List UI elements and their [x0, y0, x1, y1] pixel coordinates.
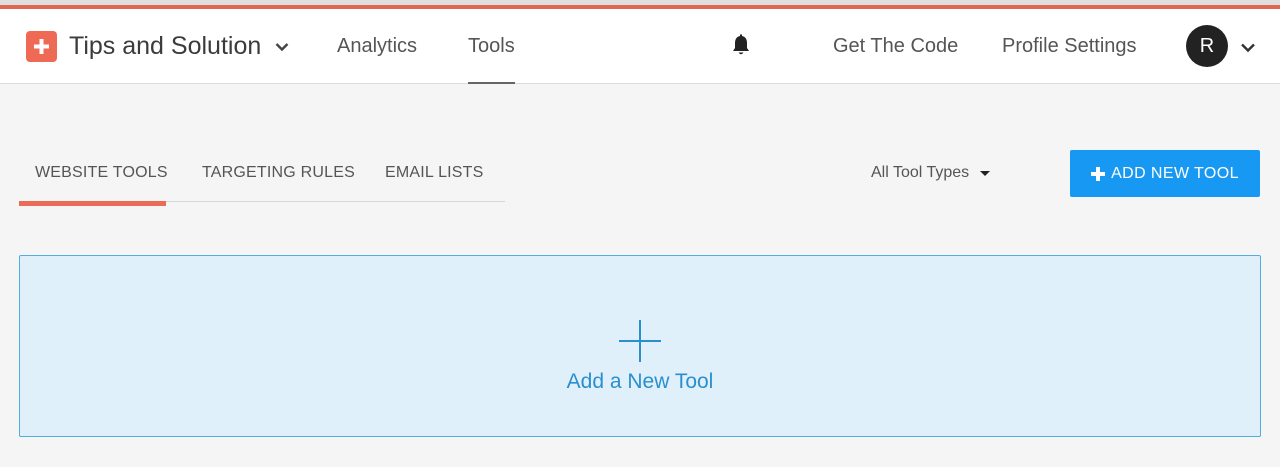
- chevron-down-icon[interactable]: [1240, 40, 1256, 58]
- chevron-down-icon: [275, 42, 289, 52]
- nav-tools[interactable]: Tools: [468, 9, 515, 84]
- add-new-tool-card[interactable]: Add a New Tool: [19, 255, 1261, 437]
- avatar[interactable]: R: [1186, 25, 1228, 67]
- tools-tabs: WEBSITE TOOLS TARGETING RULES EMAIL LIST…: [19, 145, 505, 206]
- nav-active-indicator: [468, 82, 515, 84]
- nav-analytics[interactable]: Analytics: [337, 9, 417, 84]
- add-new-tool-button[interactable]: ADD NEW TOOL: [1070, 150, 1260, 197]
- bell-icon[interactable]: [731, 34, 751, 58]
- nav-profile-settings[interactable]: Profile Settings: [1002, 9, 1137, 84]
- add-new-tool-label: ADD NEW TOOL: [1111, 164, 1239, 182]
- tab-targeting-rules[interactable]: TARGETING RULES: [202, 145, 355, 201]
- tab-website-tools[interactable]: WEBSITE TOOLS: [35, 145, 168, 201]
- plus-icon: [1091, 166, 1106, 181]
- tab-active-indicator: [19, 201, 166, 206]
- tool-type-filter[interactable]: All Tool Types: [871, 160, 991, 186]
- nav-get-the-code[interactable]: Get The Code: [833, 9, 958, 84]
- tab-email-lists[interactable]: EMAIL LISTS: [385, 145, 484, 201]
- brand-menu[interactable]: Tips and Solution: [26, 9, 289, 84]
- filter-label: All Tool Types: [871, 164, 970, 181]
- brand-name: Tips and Solution: [69, 32, 262, 60]
- add-new-tool-card-label: Add a New Tool: [566, 370, 714, 393]
- top-navbar: Tips and Solution Analytics Tools Get Th…: [0, 9, 1280, 84]
- plus-icon: [619, 320, 661, 367]
- plus-square-icon: [26, 31, 57, 62]
- caret-down-icon: [980, 170, 991, 176]
